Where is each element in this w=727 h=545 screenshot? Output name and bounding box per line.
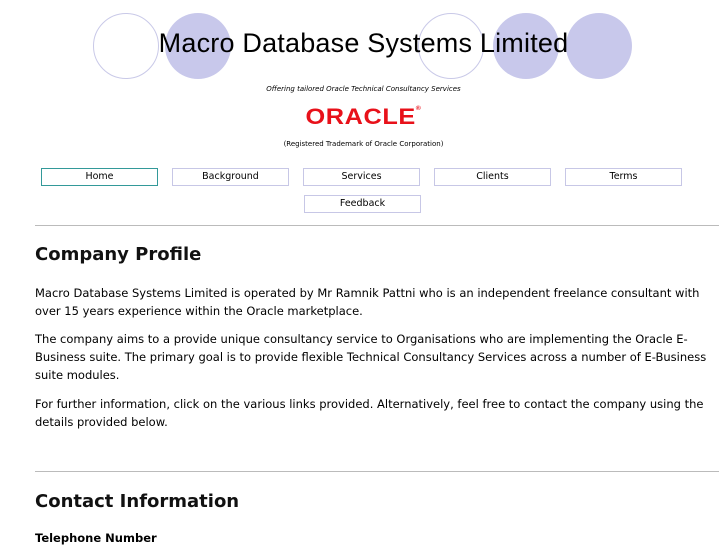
- oracle-logo-text: ORACLE: [305, 104, 416, 129]
- nav-background-button[interactable]: Background: [172, 168, 289, 186]
- profile-paragraph: Macro Database Systems Limited is operat…: [35, 286, 700, 318]
- nav-clients-button[interactable]: Clients: [434, 168, 551, 186]
- oracle-logo: ORACLE®: [0, 104, 727, 130]
- tagline: Offering tailored Oracle Technical Consu…: [266, 85, 461, 93]
- nav-home-button[interactable]: Home: [41, 168, 158, 186]
- nav-services-button[interactable]: Services: [303, 168, 420, 186]
- contact-information-heading: Contact Information: [35, 491, 240, 512]
- company-profile-heading: Company Profile: [35, 244, 202, 265]
- registered-mark: ®: [415, 106, 422, 112]
- site-header: Macro Database Systems Limited Offering …: [0, 0, 727, 220]
- telephone-number-label: Telephone Number: [35, 531, 157, 545]
- site-title: Macro Database Systems Limited: [158, 28, 569, 58]
- divider: [35, 225, 719, 226]
- profile-paragraph: The company aims to a provide unique con…: [35, 332, 707, 382]
- divider: [35, 471, 719, 472]
- trademark-note: (Registered Trademark of Oracle Corporat…: [283, 140, 444, 148]
- nav-terms-button[interactable]: Terms: [565, 168, 682, 186]
- nav-feedback-button[interactable]: Feedback: [304, 195, 421, 213]
- profile-paragraph: For further information, click on the va…: [35, 397, 704, 429]
